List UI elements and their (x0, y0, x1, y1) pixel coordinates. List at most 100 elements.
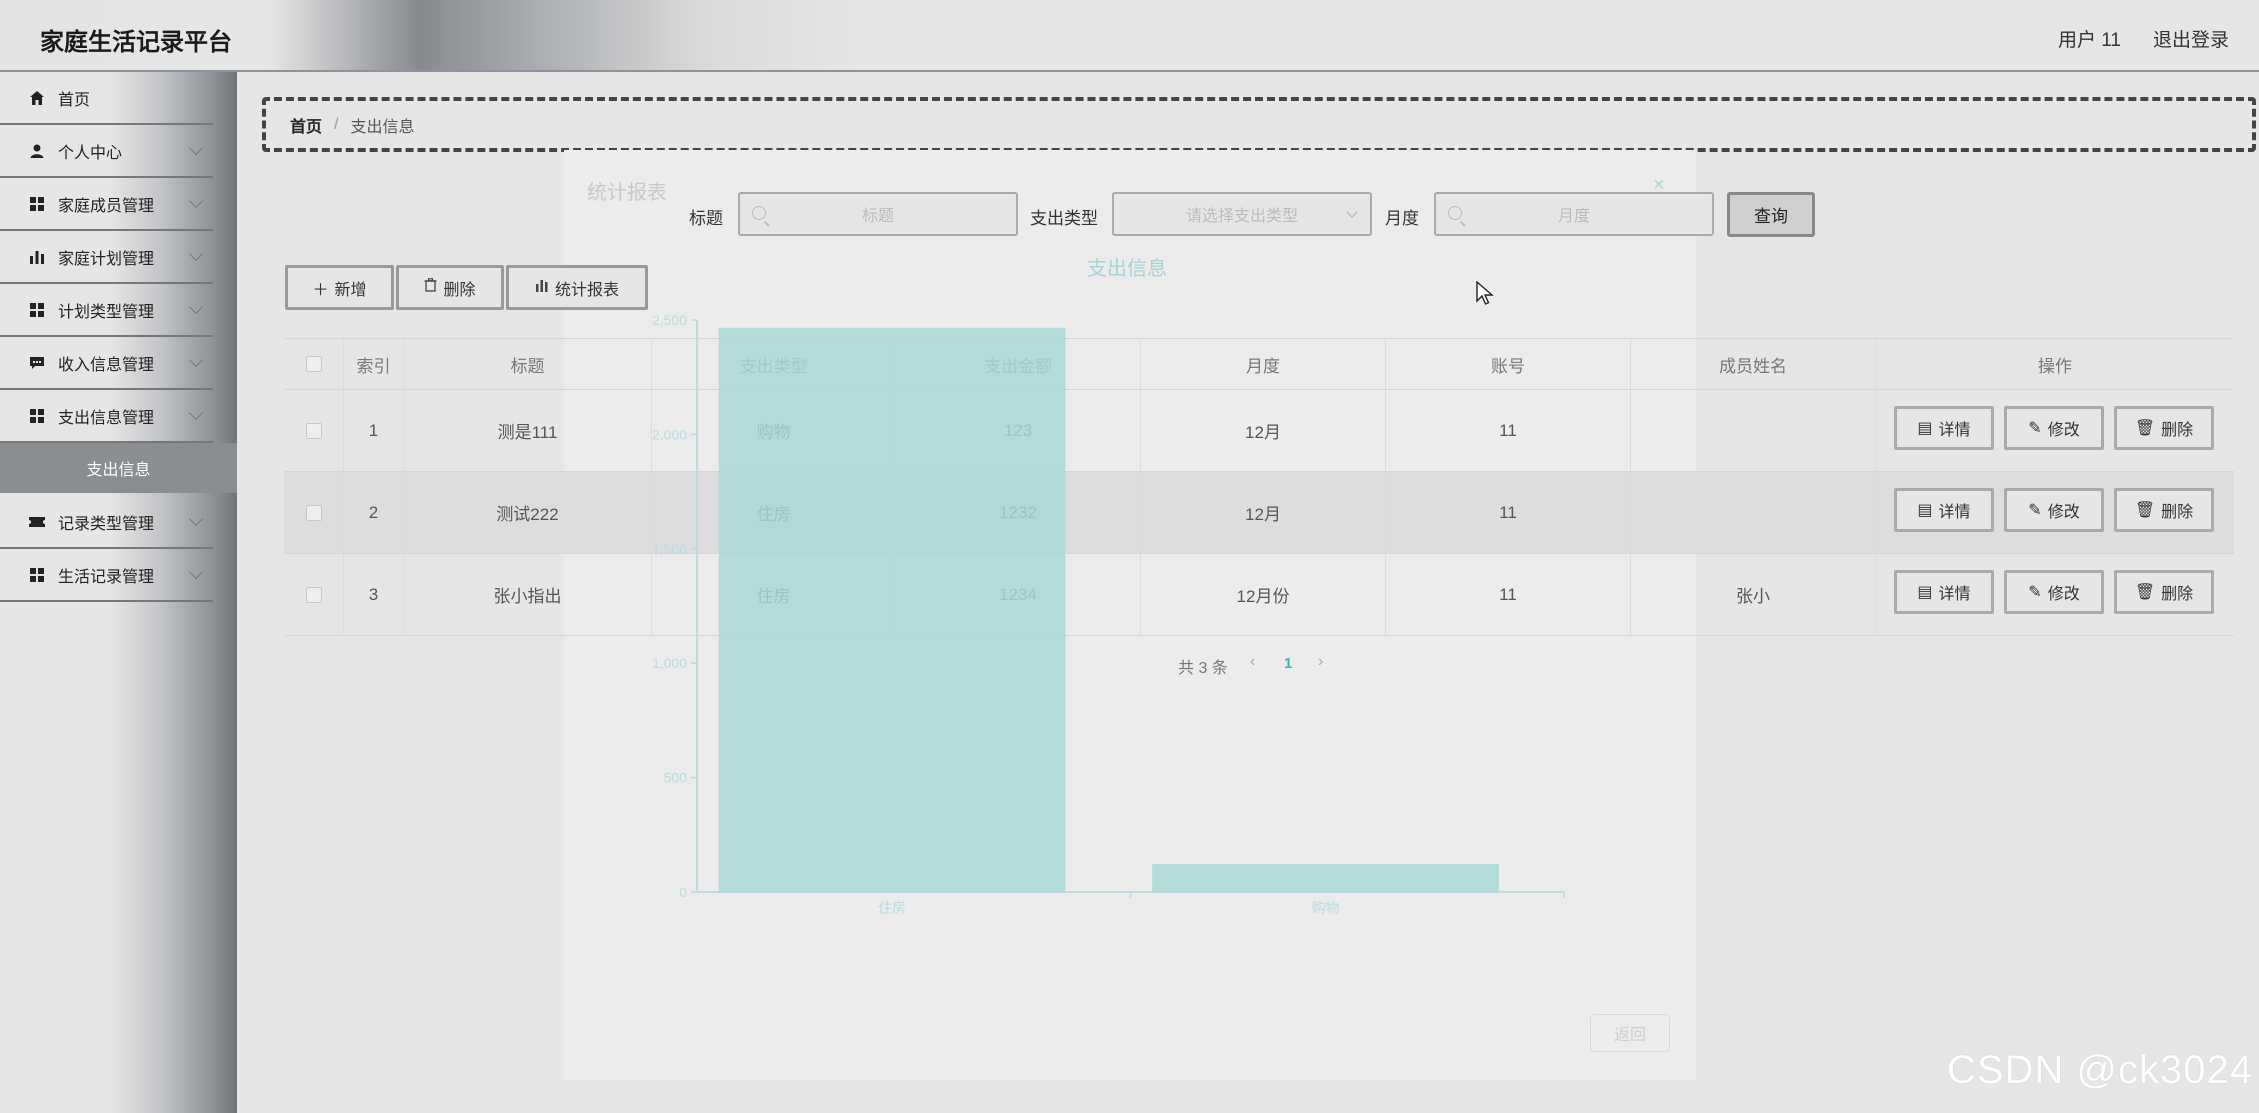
chevron-down-icon (188, 352, 204, 368)
header-amount: 支出金额 (896, 339, 1141, 389)
row-delete-button[interactable]: 🗑 删除 (2114, 488, 2214, 532)
user-name: 用户 11 (2057, 30, 2121, 51)
sidebar-item-home[interactable]: 首页 (0, 72, 213, 125)
title-search-input[interactable]: 标题 (738, 192, 1018, 236)
sidebar-item-label: 支出信息管理 (58, 409, 155, 427)
table-row: 2 测试222 住房 1232 12月 11 ▤ 详情 ✎ 修改 🗑 删除 (284, 472, 2234, 554)
edit-button[interactable]: ✎ 修改 (2004, 406, 2104, 450)
detail-button[interactable]: ▤ 详情 (1894, 488, 1994, 532)
sidebar-item-plan-types[interactable]: 计划类型管理 (0, 284, 213, 337)
logout-link[interactable]: 退出登录 (2153, 25, 2229, 52)
watermark: CSDN @ck3024 (1946, 1048, 2253, 1092)
sidebar-item-life-records[interactable]: 生活记录管理 (0, 549, 213, 602)
add-button[interactable]: ＋ 新增 (285, 265, 394, 310)
sidebar-subitem-expense-info[interactable]: 支出信息 (0, 443, 237, 493)
row-checkbox[interactable] (305, 586, 322, 603)
pencil-icon: ✎ (2028, 420, 2042, 437)
cell-month: 12月 (1141, 390, 1386, 471)
cell-index: 1 (344, 390, 404, 471)
cell-member (1631, 390, 1876, 471)
header-title: 标题 (404, 339, 652, 389)
sidebar-item-personal-center[interactable]: 个人中心 (0, 125, 213, 178)
document-icon: ▤ (1917, 502, 1933, 519)
message-icon (28, 354, 46, 372)
pagination-page[interactable]: 1 (1284, 655, 1292, 672)
breadcrumb-current: 支出信息 (350, 118, 415, 136)
header-month: 月度 (1141, 339, 1386, 389)
plus-icon: ＋ (312, 281, 329, 299)
detail-label: 详情 (1938, 422, 1971, 439)
chevron-left-icon[interactable]: ‹ (1250, 653, 1255, 671)
bar-chart-icon (535, 278, 549, 297)
cell-type: 住房 (652, 472, 896, 553)
select-all-checkbox[interactable] (305, 356, 322, 372)
table-row: 1 测是111 购物 123 12月 11 ▤ 详情 ✎ 修改 🗑 删除 (284, 390, 2234, 472)
chevron-down-icon (188, 246, 204, 262)
header-member: 成员姓名 (1631, 339, 1876, 389)
row-delete-label: 删除 (2161, 422, 2194, 439)
report-button-label: 统计报表 (554, 281, 619, 299)
sidebar-item-label: 生活记录管理 (58, 568, 155, 586)
header-type: 支出类型 (652, 339, 896, 389)
trash-icon: 🗑 (2134, 584, 2156, 601)
sidebar-item-expenses[interactable]: 支出信息管理 (0, 390, 213, 443)
chart-title: 支出信息 (1087, 258, 1167, 280)
sidebar-item-income[interactable]: 收入信息管理 (0, 337, 213, 390)
row-delete-label: 删除 (2161, 504, 2194, 521)
grid-icon (28, 407, 46, 425)
pencil-icon: ✎ (2028, 502, 2042, 519)
chevron-down-icon (188, 193, 204, 209)
cell-index: 3 (344, 554, 404, 635)
cell-account: 11 (1386, 554, 1631, 635)
month-label: 月度 (1385, 209, 1419, 228)
chevron-right-icon[interactable]: › (1318, 653, 1323, 671)
top-header: 家庭生活记录平台 用户 11 退出登录 (0, 0, 2259, 72)
sidebar-item-record-types[interactable]: 记录类型管理 (0, 496, 213, 549)
query-button[interactable]: 查询 (1727, 192, 1815, 237)
row-checkbox[interactable] (305, 422, 322, 439)
cell-account: 11 (1386, 390, 1631, 471)
row-delete-button[interactable]: 🗑 删除 (2114, 406, 2214, 450)
row-delete-button[interactable]: 🗑 删除 (2114, 570, 2214, 614)
cell-account: 11 (1386, 472, 1631, 553)
bar-chart-icon (28, 248, 46, 266)
home-icon (28, 89, 46, 107)
sidebar-item-label: 计划类型管理 (58, 303, 155, 321)
breadcrumb-home[interactable]: 首页 (290, 113, 322, 137)
month-search-input[interactable]: 月度 (1434, 192, 1714, 236)
delete-button[interactable]: 删除 (396, 265, 504, 310)
ticket-icon (28, 513, 46, 531)
sidebar-item-family-plans[interactable]: 家庭计划管理 (0, 231, 213, 284)
sidebar-item-label: 家庭成员管理 (58, 197, 155, 215)
expense-type-placeholder: 请选择支出类型 (1185, 208, 1298, 225)
detail-label: 详情 (1938, 504, 1971, 521)
header-index: 索引 (344, 339, 404, 389)
document-icon: ▤ (1917, 420, 1933, 437)
table-row: 3 张小指出 住房 1234 12月份 11 张小 ▤ 详情 ✎ 修改 🗑 删除 (284, 554, 2234, 636)
detail-button[interactable]: ▤ 详情 (1894, 570, 1994, 614)
report-button[interactable]: 统计报表 (506, 265, 648, 310)
edit-button[interactable]: ✎ 修改 (2004, 488, 2104, 532)
sidebar-item-label: 收入信息管理 (58, 356, 155, 374)
detail-button[interactable]: ▤ 详情 (1894, 406, 1994, 450)
expense-type-select[interactable]: 请选择支出类型 (1112, 192, 1372, 236)
month-placeholder: 月度 (1557, 208, 1590, 225)
pencil-icon: ✎ (2028, 584, 2042, 601)
cell-title: 测是111 (404, 390, 652, 471)
row-delete-label: 删除 (2161, 586, 2194, 603)
mouse-cursor-icon (1476, 280, 1494, 312)
row-checkbox[interactable] (305, 504, 322, 521)
edit-button[interactable]: ✎ 修改 (2004, 570, 2104, 614)
chevron-down-icon (188, 511, 204, 527)
sidebar-item-label: 记录类型管理 (58, 515, 155, 533)
sidebar-item-label: 家庭计划管理 (58, 250, 155, 268)
cell-index: 2 (344, 472, 404, 553)
cell-type: 住房 (652, 554, 896, 635)
back-button[interactable]: 返回 (1590, 1014, 1670, 1052)
modal-title: 统计报表 (587, 182, 667, 204)
table-header: 索引 标题 支出类型 支出金额 月度 账号 成员姓名 操作 (284, 338, 2234, 390)
pagination-total: 共 3 条 (1178, 660, 1228, 677)
chevron-down-icon (188, 140, 204, 156)
sidebar-item-family-members[interactable]: 家庭成员管理 (0, 178, 213, 231)
breadcrumb-separator: / (334, 115, 339, 133)
